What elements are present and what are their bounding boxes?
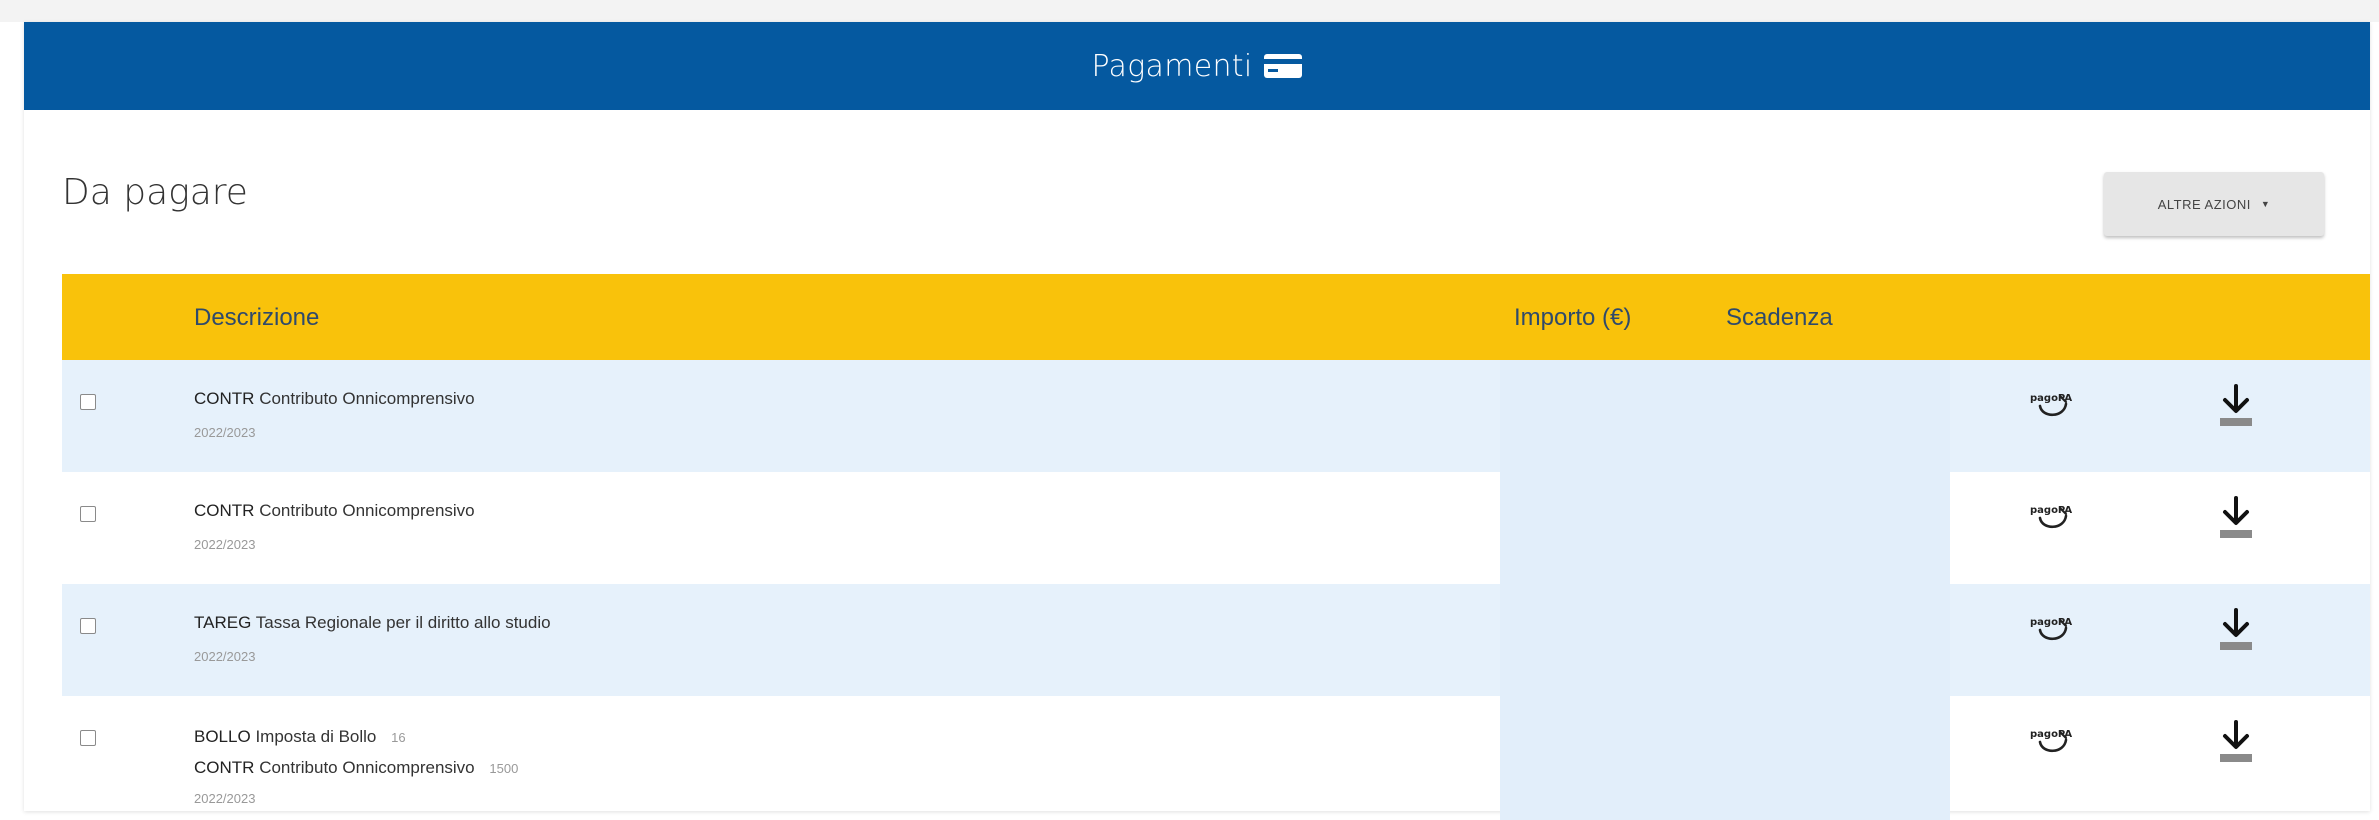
academic-year: 2022/2023 <box>194 791 256 806</box>
fee-code: CONTR <box>194 501 255 520</box>
fee-line: CONTR Contributo Onnicomprensivo <box>194 388 475 410</box>
column-header-due-date: Scadenza <box>1726 304 1833 331</box>
fee-text: Contributo Onnicomprensivo <box>259 501 475 520</box>
section-title: Da pagare <box>62 172 248 213</box>
pagopa-pay-icon[interactable]: pagoPA <box>2030 724 2074 758</box>
fee-text: Imposta di Bollo <box>255 727 377 746</box>
row-checkbox[interactable] <box>80 618 96 634</box>
download-icon[interactable] <box>2214 718 2258 766</box>
row-checkbox[interactable] <box>80 394 96 410</box>
row-description: TAREG Tassa Regionale per il diritto all… <box>194 612 551 668</box>
row-checkbox[interactable] <box>80 730 96 746</box>
payments-header: Pagamenti <box>24 22 2370 110</box>
amount-cell <box>1500 584 1950 696</box>
fee-code: BOLLO <box>194 727 251 746</box>
fee-text: Contributo Onnicomprensivo <box>259 389 475 408</box>
column-header-description: Descrizione <box>194 304 320 331</box>
pagopa-pay-icon[interactable]: pagoPA <box>2030 612 2074 646</box>
fee-amount: 1500 <box>489 761 519 776</box>
payments-card: Pagamenti Da pagare ALTRE AZIONI ▼ Descr… <box>24 22 2370 820</box>
amount-cell <box>1500 360 1950 472</box>
payments-table: Descrizione Importo (€) Scadenza CONTR C… <box>62 274 2370 820</box>
pagopa-pay-icon[interactable]: pagoPA <box>2030 388 2074 422</box>
fee-text: Tassa Regionale per il diritto allo stud… <box>255 613 551 632</box>
download-icon[interactable] <box>2214 606 2258 654</box>
academic-year: 2022/2023 <box>194 649 256 664</box>
fee-line: BOLLO Imposta di Bollo 16 <box>194 726 518 749</box>
table-row: BOLLO Imposta di Bollo 16 CONTR Contribu… <box>62 696 2370 820</box>
table-row: CONTR Contributo Onnicomprensivo 2022/20… <box>62 360 2370 472</box>
academic-year: 2022/2023 <box>194 425 256 440</box>
fee-code: CONTR <box>194 758 255 777</box>
row-description: CONTR Contributo Onnicomprensivo 2022/20… <box>194 500 475 556</box>
amount-cell <box>1500 472 1950 584</box>
fee-line: TAREG Tassa Regionale per il diritto all… <box>194 612 551 634</box>
fee-amount: 16 <box>391 730 406 745</box>
download-icon[interactable] <box>2214 382 2258 430</box>
caret-down-icon: ▼ <box>2260 199 2271 209</box>
fee-code: TAREG <box>194 613 252 632</box>
fee-text: Contributo Onnicomprensivo <box>259 758 475 777</box>
academic-year: 2022/2023 <box>194 537 256 552</box>
row-description: CONTR Contributo Onnicomprensivo 2022/20… <box>194 388 475 444</box>
fee-line: CONTR Contributo Onnicomprensivo <box>194 500 475 522</box>
pagopa-pay-icon[interactable]: pagoPA <box>2030 500 2074 534</box>
table-row: CONTR Contributo Onnicomprensivo 2022/20… <box>62 472 2370 584</box>
column-header-amount: Importo (€) <box>1514 304 1632 331</box>
fee-line: CONTR Contributo Onnicomprensivo 1500 <box>194 757 518 780</box>
row-checkbox[interactable] <box>80 506 96 522</box>
other-actions-dropdown[interactable]: ALTRE AZIONI ▼ <box>2104 172 2324 236</box>
table-row: TAREG Tassa Regionale per il diritto all… <box>62 584 2370 696</box>
amount-cell <box>1500 696 1950 820</box>
table-header: Descrizione Importo (€) Scadenza <box>62 274 2370 360</box>
credit-card-icon <box>1263 54 1302 78</box>
top-strip <box>0 0 2379 22</box>
download-icon[interactable] <box>2214 494 2258 542</box>
page-title: Pagamenti <box>1091 48 1253 84</box>
fee-code: CONTR <box>194 389 255 408</box>
row-description: BOLLO Imposta di Bollo 16 CONTR Contribu… <box>194 726 518 810</box>
other-actions-label: ALTRE AZIONI <box>2157 196 2251 212</box>
